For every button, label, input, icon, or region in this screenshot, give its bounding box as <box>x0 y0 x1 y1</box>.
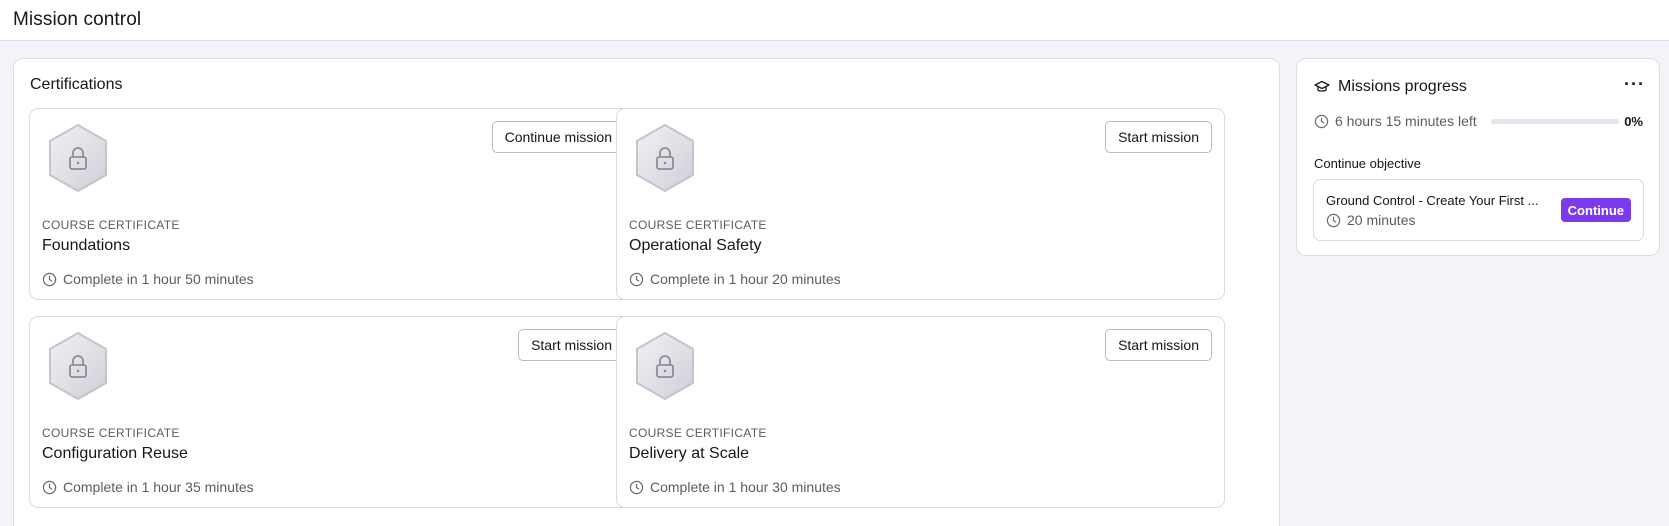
missions-progress-title: Missions progress <box>1338 78 1467 95</box>
lock-hexagon-icon <box>46 330 110 402</box>
time-left-text: 6 hours 15 minutes left <box>1335 113 1477 129</box>
clock-icon <box>1326 213 1341 227</box>
clock-icon <box>42 272 57 286</box>
start-mission-button[interactable]: Start mission <box>518 329 625 361</box>
objective-card: Ground Control - Create Your First ... 2… <box>1313 179 1644 241</box>
certificate-duration: Complete in 1 hour 35 minutes <box>42 479 254 495</box>
top-bar: Mission control <box>0 0 1669 41</box>
continue-objective-label: Continue objective <box>1314 156 1421 171</box>
page-title: Mission control <box>13 9 142 30</box>
lock-hexagon-icon <box>46 122 110 194</box>
certificate-card-operational-safety: Start mission COURSE CERTIFICATE Operati… <box>616 108 1225 300</box>
more-horizontal-icon[interactable]: ··· <box>1624 75 1645 95</box>
certifications-panel: Certifications Continue mission COURSE C… <box>13 58 1280 526</box>
clock-icon <box>629 272 644 286</box>
start-mission-button[interactable]: Start mission <box>1105 121 1212 153</box>
continue-mission-button[interactable]: Continue mission <box>491 121 625 153</box>
objective-duration: 20 minutes <box>1326 212 1415 228</box>
certificate-title: Foundations <box>42 237 131 254</box>
certificate-card-configuration-reuse: Start mission COURSE CERTIFICATE Configu… <box>29 316 638 508</box>
certificate-kicker: COURSE CERTIFICATE <box>42 218 180 232</box>
progress-percent: 0% <box>1624 113 1643 129</box>
main-content: Certifications Continue mission COURSE C… <box>0 41 1669 526</box>
certificate-card-foundations: Continue mission COURSE CERTIFICATE Foun… <box>29 108 638 300</box>
clock-icon <box>629 480 644 494</box>
continue-button[interactable]: Continue <box>1560 198 1631 222</box>
certificate-duration: Complete in 1 hour 30 minutes <box>629 479 841 495</box>
clock-icon <box>42 480 57 494</box>
certificate-title: Delivery at Scale <box>629 445 750 462</box>
duration-text: Complete in 1 hour 50 minutes <box>63 271 254 287</box>
certificate-title: Operational Safety <box>629 237 762 254</box>
clock-icon <box>1314 114 1329 128</box>
duration-text: Complete in 1 hour 30 minutes <box>650 479 841 495</box>
certificate-kicker: COURSE CERTIFICATE <box>629 426 767 440</box>
certificate-duration: Complete in 1 hour 20 minutes <box>629 271 841 287</box>
missions-progress-header: Missions progress ··· <box>1314 75 1645 96</box>
time-remaining-row: 6 hours 15 minutes left 0% <box>1314 113 1643 129</box>
progress-bar <box>1490 118 1619 124</box>
objective-title: Ground Control - Create Your First ... <box>1326 193 1539 208</box>
objective-duration-text: 20 minutes <box>1347 212 1416 228</box>
duration-text: Complete in 1 hour 35 minutes <box>63 479 254 495</box>
certificate-duration: Complete in 1 hour 50 minutes <box>42 271 254 287</box>
certificate-kicker: COURSE CERTIFICATE <box>629 218 767 232</box>
duration-text: Complete in 1 hour 20 minutes <box>650 271 841 287</box>
certifications-title: Certifications <box>30 76 123 93</box>
certificate-title: Configuration Reuse <box>42 445 188 462</box>
certificate-kicker: COURSE CERTIFICATE <box>42 426 180 440</box>
lock-hexagon-icon <box>633 122 697 194</box>
lock-hexagon-icon <box>633 330 697 402</box>
graduation-cap-icon <box>1314 80 1330 92</box>
certificate-card-delivery-at-scale: Start mission COURSE CERTIFICATE Deliver… <box>616 316 1225 508</box>
missions-progress-panel: Missions progress ··· 6 hours 15 minutes… <box>1296 58 1660 256</box>
start-mission-button[interactable]: Start mission <box>1105 329 1212 361</box>
